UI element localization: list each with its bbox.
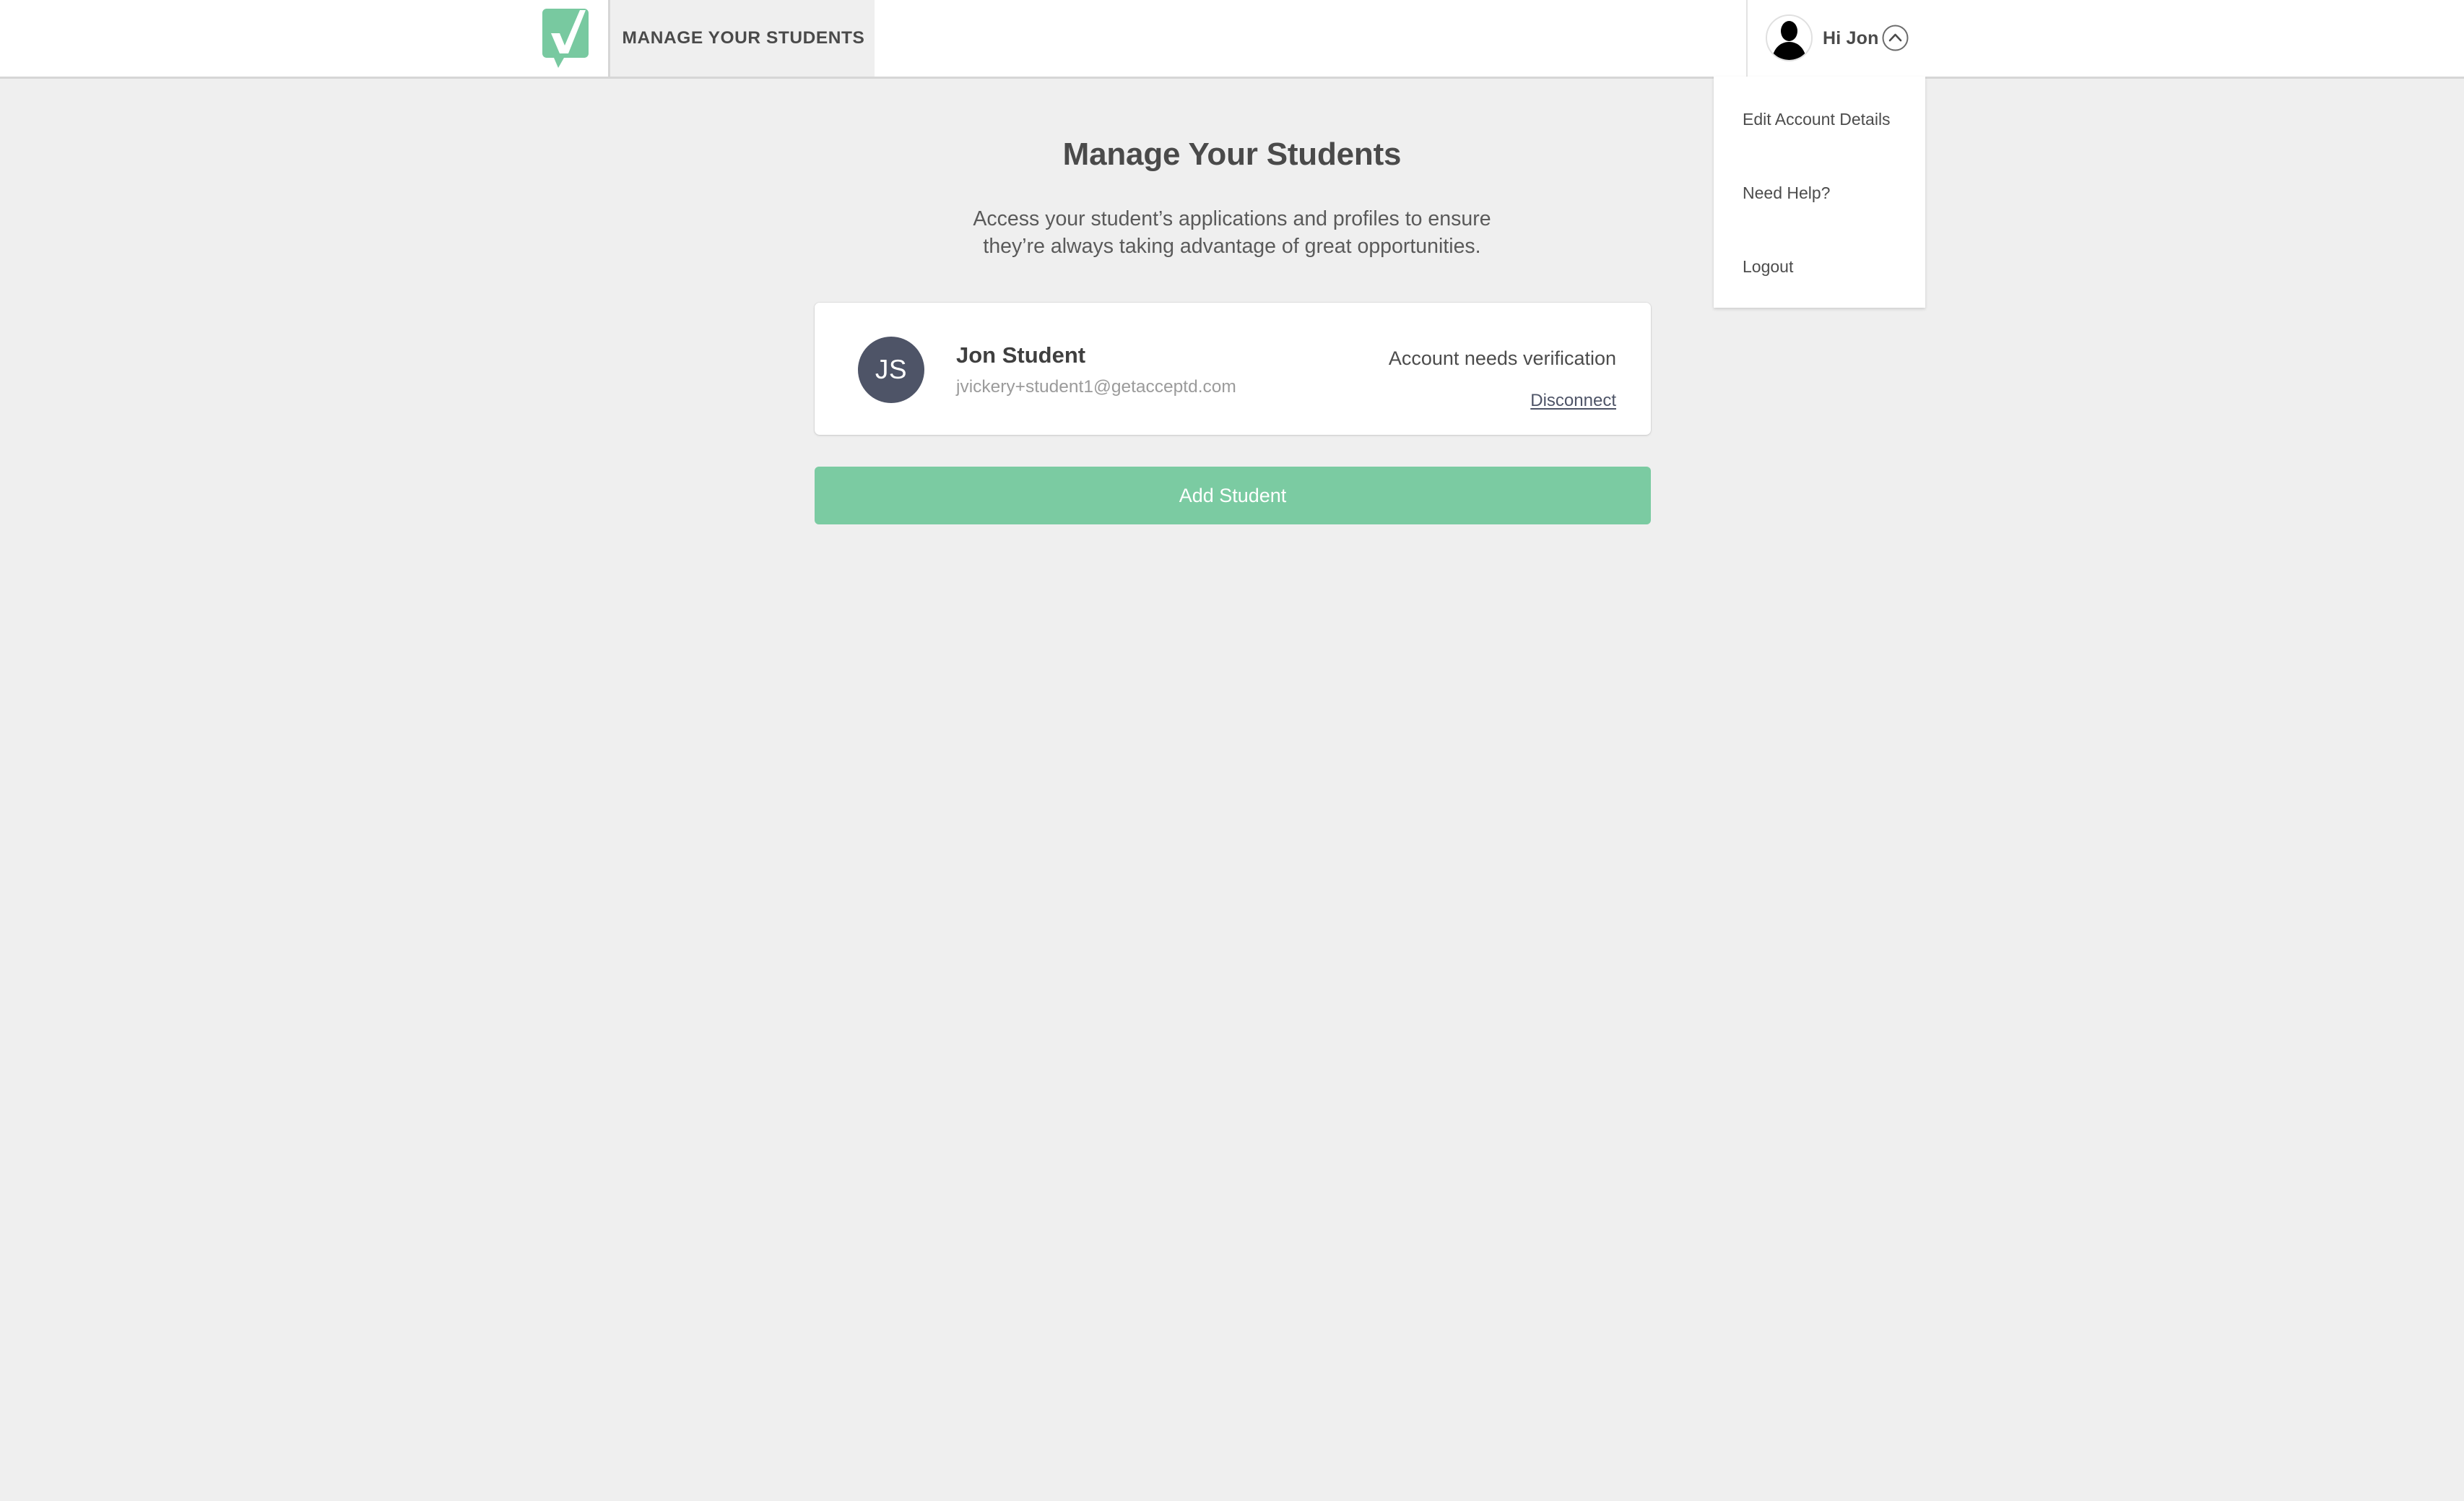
menu-item-logout[interactable]: Logout xyxy=(1714,247,1925,286)
page-subtitle: Access your student’s applications and p… xyxy=(0,205,2464,260)
avatar: JS xyxy=(858,337,924,403)
user-silhouette-avatar-icon xyxy=(1766,14,1813,61)
green-check-badge-icon[interactable] xyxy=(532,6,599,72)
add-student-button[interactable]: Add Student xyxy=(815,467,1651,524)
header-divider xyxy=(0,77,2464,79)
header-right-plate xyxy=(875,0,2464,77)
menu-item-edit-account-details[interactable]: Edit Account Details xyxy=(1714,100,1925,139)
user-dropdown-menu: Edit Account Details Need Help? Logout xyxy=(1714,77,1925,308)
student-name: Jon Student xyxy=(956,342,1086,368)
user-greeting-label: Hi Jon xyxy=(1823,27,1879,48)
page-subtitle-line-1: Access your student’s applications and p… xyxy=(973,207,1491,230)
student-card[interactable]: JS Jon Student jvickery+student1@getacce… xyxy=(815,303,1651,435)
disconnect-link[interactable]: Disconnect xyxy=(1530,391,1616,411)
student-email: jvickery+student1@getacceptd.com xyxy=(956,377,1236,397)
chevron-up-circle-icon[interactable] xyxy=(1882,25,1909,51)
app-header: MANAGE YOUR STUDENTS Hi Jon xyxy=(0,0,2464,79)
user-menu-trigger[interactable]: Hi Jon xyxy=(1746,0,1925,77)
status-badge: Account needs verification xyxy=(1388,347,1616,369)
tab-label: MANAGE YOUR STUDENTS xyxy=(622,28,865,48)
tab-manage-your-students[interactable]: MANAGE YOUR STUDENTS xyxy=(612,0,875,77)
header-logo-plate xyxy=(0,0,610,77)
page-title: Manage Your Students xyxy=(1062,137,1402,172)
app-root: MANAGE YOUR STUDENTS Hi Jon Edit Account… xyxy=(0,0,2464,1501)
page-subtitle-line-2: they’re always taking advantage of great… xyxy=(983,235,1481,258)
avatar-initials: JS xyxy=(875,355,908,384)
menu-item-need-help[interactable]: Need Help? xyxy=(1714,173,1925,212)
